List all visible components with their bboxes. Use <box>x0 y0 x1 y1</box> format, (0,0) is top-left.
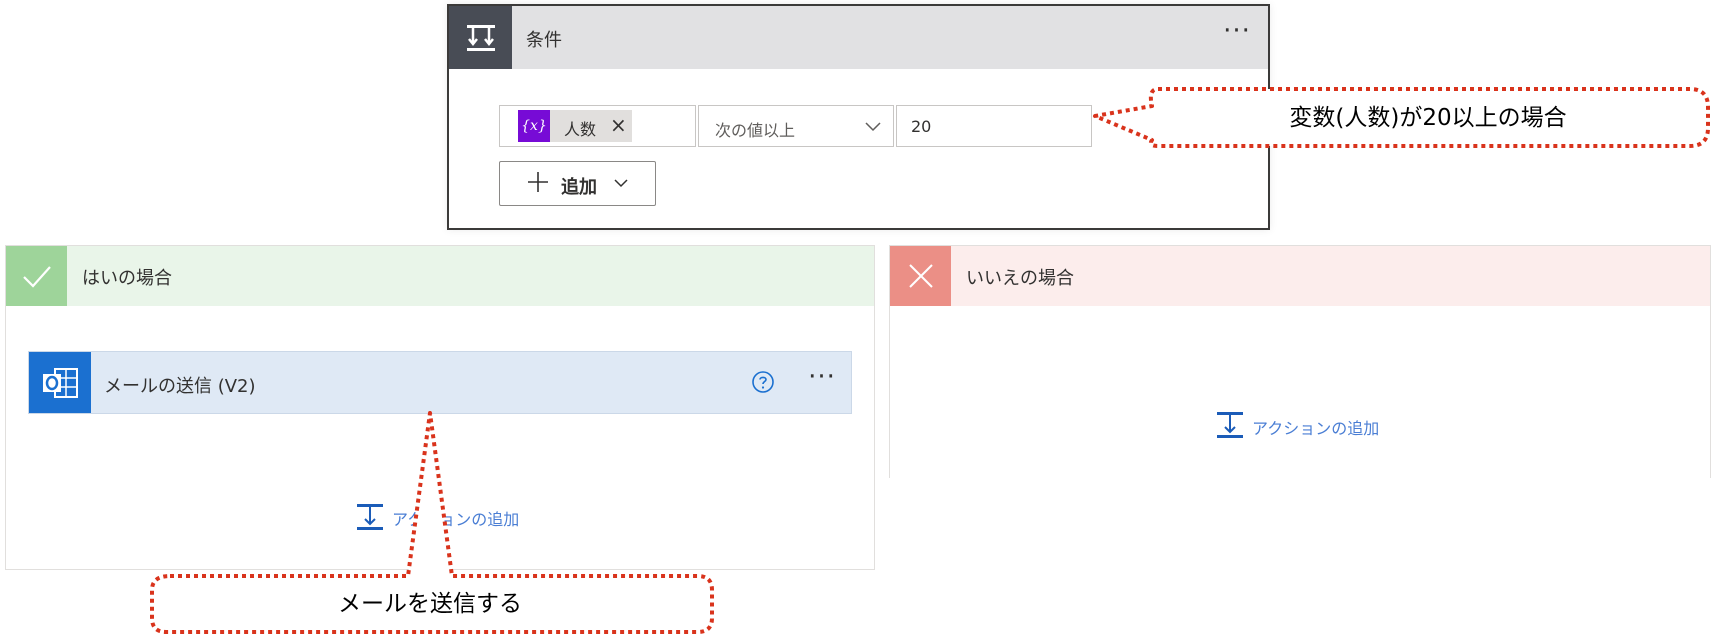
add-action-icon[interactable] <box>1216 411 1244 439</box>
action-callout-text: メールを送信する <box>338 591 522 617</box>
add-action-icon[interactable] <box>356 503 384 531</box>
send-email-action-card[interactable]: メールの送信 (V2) ··· <box>28 351 852 414</box>
condition-more-button[interactable]: ··· <box>1217 18 1257 50</box>
help-icon[interactable] <box>751 370 775 394</box>
condition-callout-text: 変数(人数)が20以上の場合 <box>1289 105 1567 131</box>
check-icon <box>6 246 67 306</box>
variable-token[interactable]: {x} 人数 × <box>518 110 632 142</box>
condition-title: 条件 <box>526 30 562 51</box>
value-input[interactable]: 20 <box>896 105 1092 147</box>
no-add-action-link[interactable]: アクションの追加 <box>1252 415 1379 439</box>
operand-field[interactable]: {x} 人数 × <box>499 105 696 147</box>
send-email-title: メールの送信 (V2) <box>104 376 256 397</box>
outlook-icon <box>29 352 91 413</box>
condition-icon <box>449 6 512 69</box>
chevron-down-icon <box>865 122 881 132</box>
send-email-more-button[interactable]: ··· <box>802 364 842 396</box>
condition-header[interactable]: 条件 ··· <box>449 6 1268 69</box>
operator-selected-value: 次の値以上 <box>715 121 796 140</box>
variable-icon: {x} <box>518 110 550 142</box>
variable-token-label: 人数 <box>564 120 597 139</box>
no-branch-title: いいえの場合 <box>966 268 1074 289</box>
plus-icon <box>528 172 548 192</box>
chevron-down-icon <box>614 179 628 188</box>
condition-card: 条件 ··· {x} 人数 × 次の値以上 20 追加 <box>447 4 1270 230</box>
operator-dropdown[interactable]: 次の値以上 <box>698 105 894 147</box>
no-branch-header[interactable]: いいえの場合 <box>890 246 1710 306</box>
token-remove-icon[interactable]: × <box>610 113 627 137</box>
yes-branch-header[interactable]: はいの場合 <box>6 246 874 306</box>
yes-branch-title: はいの場合 <box>82 268 172 289</box>
value-text: 20 <box>911 117 932 136</box>
add-condition-button[interactable]: 追加 <box>499 161 656 206</box>
add-condition-label: 追加 <box>561 177 597 198</box>
yes-add-action-link[interactable]: アクションの追加 <box>392 506 519 530</box>
no-branch-panel: いいえの場合 <box>889 245 1711 478</box>
close-icon <box>890 246 951 306</box>
